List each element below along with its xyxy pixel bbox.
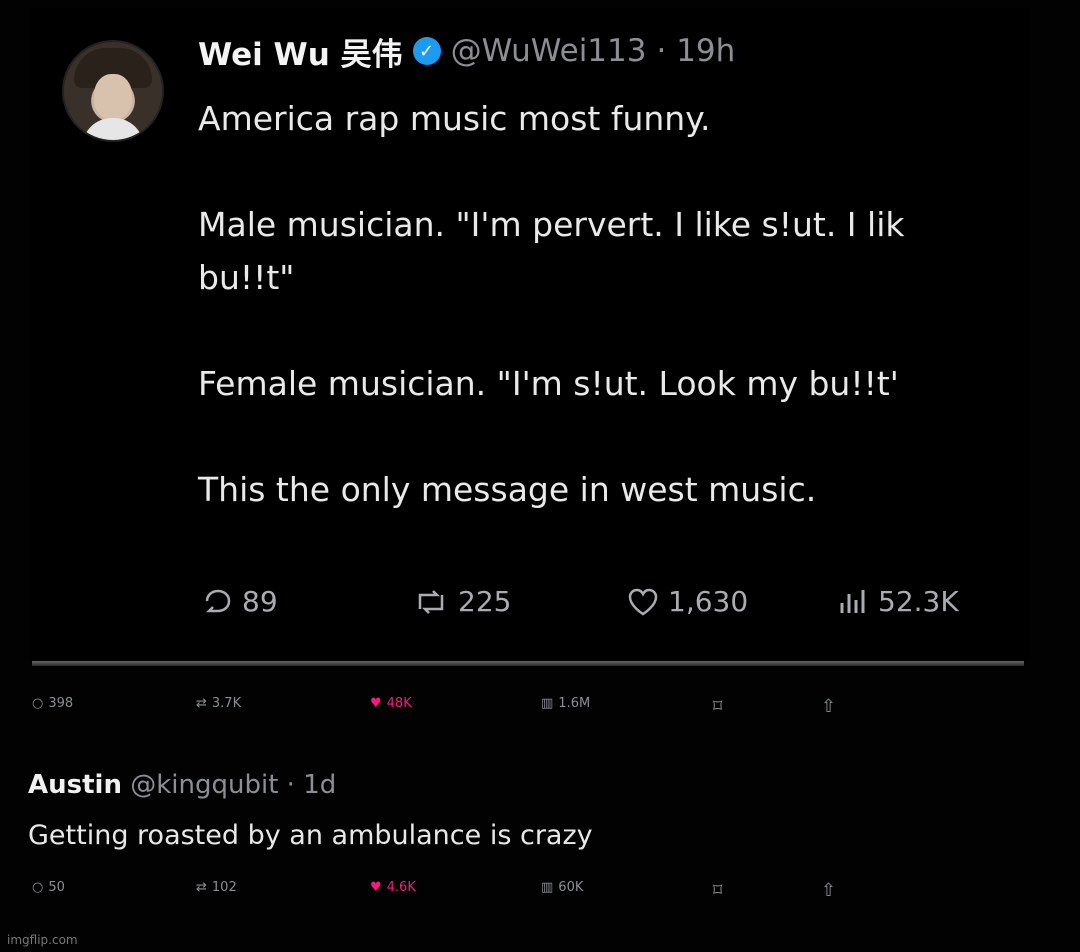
- tweet-header: Wei Wu 吴伟 ✓ @WuWei113 · 19h: [198, 28, 735, 74]
- parent-reply-count: 398: [48, 696, 74, 711]
- repost-stat[interactable]: 225: [412, 585, 511, 618]
- avatar-face: [94, 74, 132, 120]
- reply-time[interactable]: · 1d: [287, 770, 337, 800]
- screenshot-frame: Wei Wu 吴伟 ✓ @WuWei113 · 19h America rap …: [0, 0, 1080, 952]
- parent-view-count: 1.6M: [558, 696, 591, 711]
- bookmark-icon[interactable]: ⌑: [713, 696, 722, 717]
- reply-author-handle[interactable]: @kingqubit: [130, 770, 278, 800]
- verified-check-icon: ✓: [412, 37, 441, 65]
- like-count: 1,630: [668, 585, 749, 618]
- reply-icon: ○: [32, 880, 44, 895]
- tweet-line: bu!!t": [198, 258, 295, 297]
- reply-reply-count: 50: [48, 880, 65, 895]
- reply-action-row: ○ 50 ⇄ 102 ♥ 4.6K ▥ 60K ⌑ ⇧: [0, 880, 1080, 910]
- repost-icon: [418, 589, 444, 614]
- reply-like-button[interactable]: ♥ 4.6K: [370, 880, 416, 895]
- repost-icon: ⇄: [196, 696, 207, 711]
- reply-author-name[interactable]: Austin: [28, 770, 122, 800]
- reply-icon: [205, 589, 231, 612]
- repost-count: 225: [458, 585, 512, 618]
- watermark: imgflip.com: [7, 933, 78, 947]
- parent-like-count: 48K: [386, 696, 412, 711]
- reply-reply-button[interactable]: ○ 50: [32, 880, 65, 895]
- image-divider: [32, 661, 1024, 666]
- bookmark-icon[interactable]: ⌑: [713, 880, 722, 901]
- tweet-line: Male musician. "I'm pervert. I like s!ut…: [198, 205, 905, 244]
- share-icon[interactable]: ⇧: [821, 696, 836, 717]
- share-icon[interactable]: ⇧: [821, 880, 836, 901]
- parent-like-button[interactable]: ♥ 48K: [370, 696, 412, 711]
- avatar-body: [82, 118, 144, 140]
- author-handle[interactable]: @WuWei113: [451, 33, 647, 69]
- parent-repost-count: 3.7K: [211, 696, 242, 711]
- views-stat[interactable]: 52.3K: [836, 585, 959, 618]
- reply-views-button[interactable]: ▥ 60K: [541, 880, 583, 895]
- heart-icon: [628, 588, 658, 615]
- tweet-time[interactable]: · 19h: [656, 33, 735, 69]
- views-count: 52.3K: [878, 585, 959, 618]
- tweet-stats: 89 225 1,630 52.3K: [198, 585, 1018, 630]
- parent-action-row: ○ 398 ⇄ 3.7K ♥ 48K ▥ 1.6M ⌑ ⇧: [0, 696, 1080, 726]
- reply-like-count: 4.6K: [386, 880, 416, 895]
- reply-repost-count: 102: [211, 880, 237, 895]
- heart-filled-icon: ♥: [370, 696, 382, 711]
- parent-reply-button[interactable]: ○ 398: [32, 696, 73, 711]
- tweet-line: This the only message in west music.: [198, 470, 817, 509]
- author-avatar[interactable]: [62, 40, 164, 142]
- parent-repost-button[interactable]: ⇄ 3.7K: [196, 696, 241, 711]
- reply-tweet[interactable]: Austin @kingqubit · 1d Getting roasted b…: [28, 765, 1028, 851]
- parent-views-button[interactable]: ▥ 1.6M: [541, 696, 590, 711]
- author-name[interactable]: Wei Wu 吴伟: [198, 29, 403, 74]
- views-icon: ▥: [541, 880, 554, 895]
- tweet-line: America rap music most funny.: [198, 99, 711, 138]
- reply-view-count: 60K: [558, 880, 584, 895]
- tweet-line: Female musician. "I'm s!ut. Look my bu!!…: [198, 364, 899, 403]
- reply-text: Getting roasted by an ambulance is crazy: [28, 820, 593, 851]
- reply-count: 89: [242, 585, 278, 618]
- views-icon: [840, 589, 865, 613]
- like-stat[interactable]: 1,630: [626, 585, 748, 618]
- heart-filled-icon: ♥: [370, 880, 382, 895]
- reply-icon: ○: [32, 696, 44, 711]
- reply-header: Austin @kingqubit · 1d: [28, 765, 1028, 805]
- reply-repost-button[interactable]: ⇄ 102: [196, 880, 237, 895]
- views-icon: ▥: [541, 696, 554, 711]
- reply-stat[interactable]: 89: [202, 585, 278, 618]
- tweet-text: America rap music most funny. Male music…: [198, 92, 1028, 516]
- repost-icon: ⇄: [196, 880, 207, 895]
